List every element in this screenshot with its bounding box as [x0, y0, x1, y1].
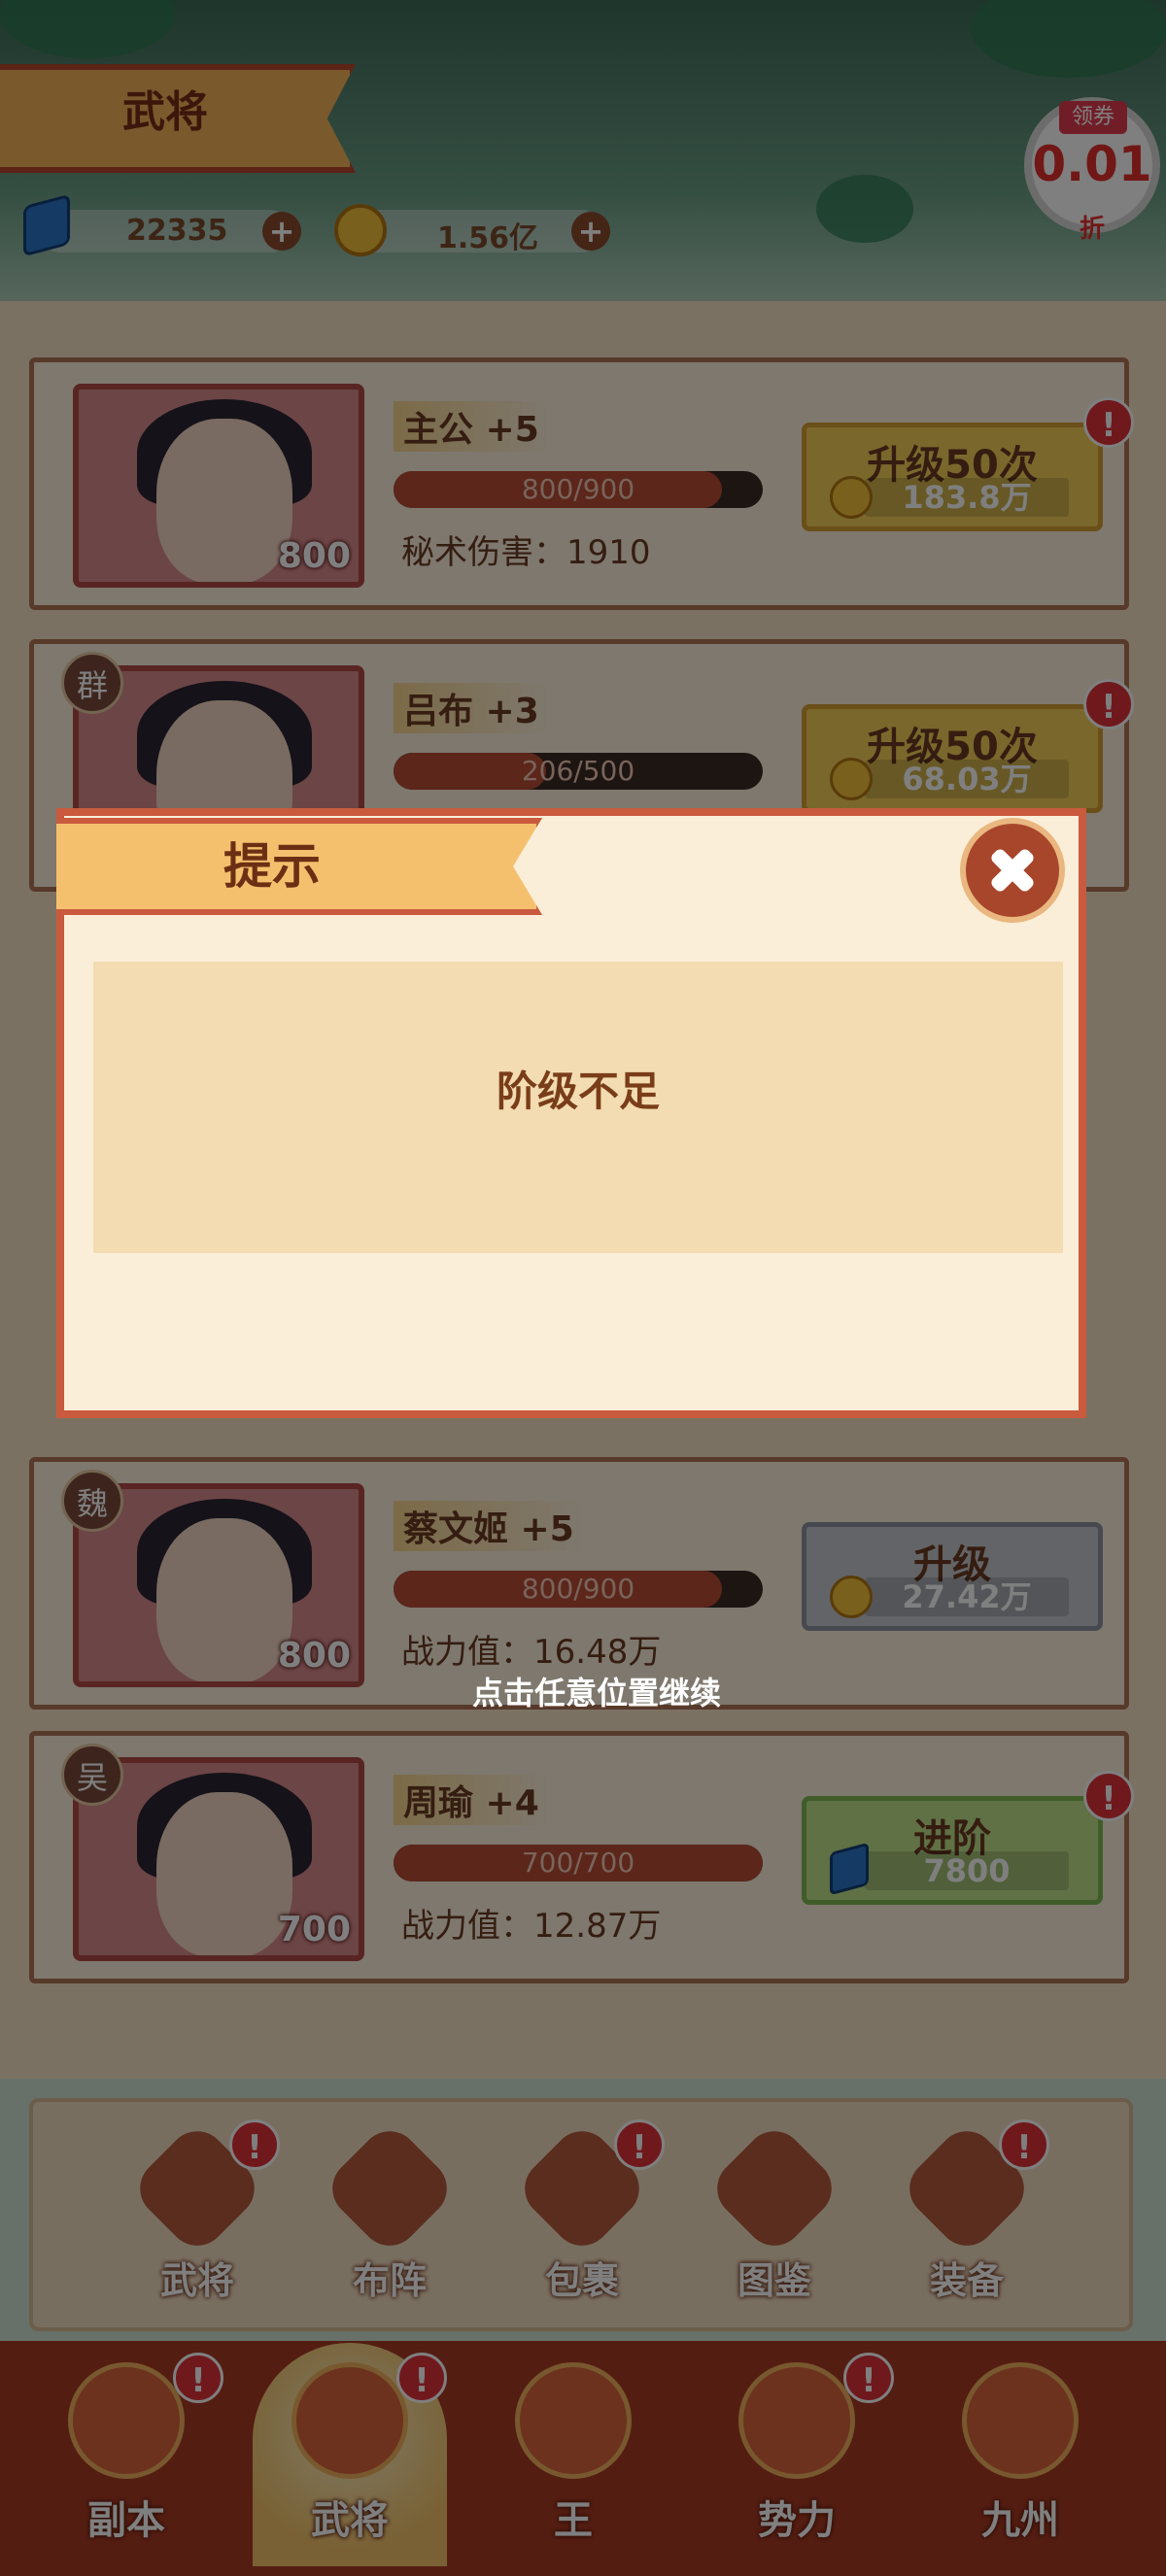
dialog-title: 提示	[223, 838, 321, 895]
dialog-message: 阶级不足	[496, 1068, 660, 1115]
close-button[interactable]	[960, 818, 1065, 923]
tap-to-continue-hint: 点击任意位置继续	[471, 1675, 721, 1712]
